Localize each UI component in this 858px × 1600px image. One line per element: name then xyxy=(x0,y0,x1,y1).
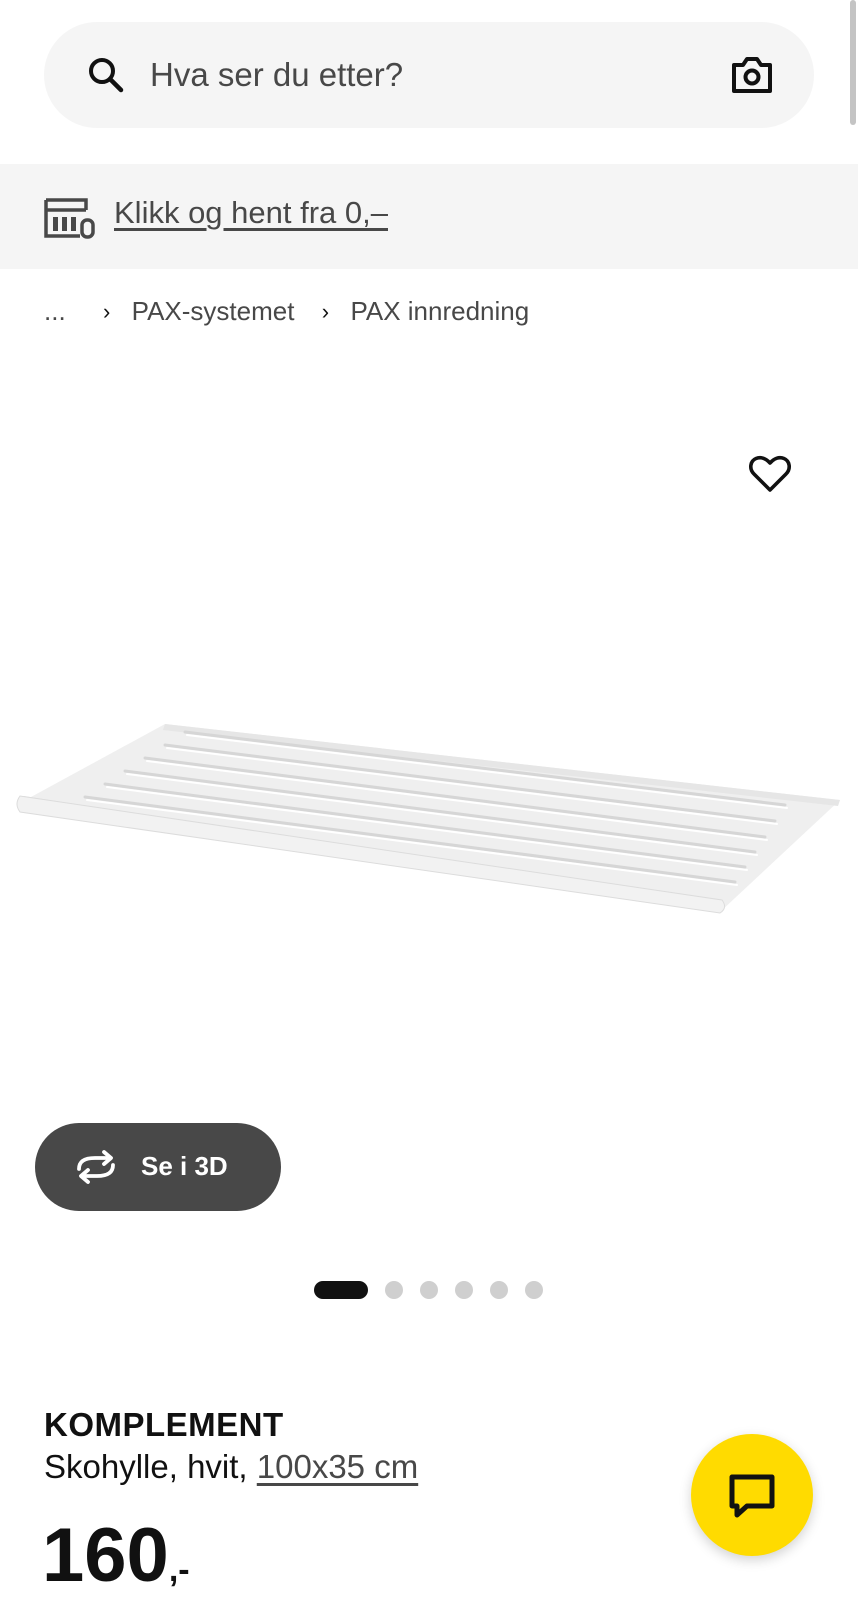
search-input[interactable] xyxy=(150,22,650,128)
carousel-dot-1[interactable] xyxy=(314,1281,368,1299)
view-in-3d-label: Se i 3D xyxy=(141,1151,228,1181)
rotate-3d-icon xyxy=(77,1150,115,1184)
search-icon xyxy=(89,58,124,93)
product-description-text: Skohylle, hvit, xyxy=(44,1448,248,1485)
price-suffix: ,- xyxy=(168,1551,190,1589)
breadcrumb-item-pax-innredning[interactable]: PAX innredning xyxy=(350,296,529,327)
chat-bubble-icon xyxy=(729,1474,775,1518)
breadcrumb-item-pax-systemet[interactable]: PAX-systemet xyxy=(132,296,295,327)
click-collect-link[interactable]: Klikk og hent fra 0,– xyxy=(114,195,388,231)
product-price: 160 ,- xyxy=(42,1518,190,1594)
carousel-dot-5[interactable] xyxy=(490,1281,508,1299)
chevron-right-icon: › xyxy=(103,298,111,324)
product-name: KOMPLEMENT xyxy=(44,1406,284,1443)
carousel-dot-2[interactable] xyxy=(385,1281,403,1299)
breadcrumb: ... › PAX-systemet › PAX innredning xyxy=(44,296,529,327)
image-carousel-dots xyxy=(314,1280,560,1300)
camera-icon[interactable] xyxy=(730,55,774,95)
price-amount: 160 xyxy=(42,1513,169,1598)
heart-icon[interactable] xyxy=(748,452,792,496)
page-scrollbar[interactable] xyxy=(850,0,856,125)
product-image-shoe-shelf[interactable] xyxy=(0,700,858,920)
carousel-dot-3[interactable] xyxy=(420,1281,438,1299)
view-in-3d-button[interactable]: Se i 3D xyxy=(35,1123,281,1211)
search-bar[interactable] xyxy=(44,22,814,128)
store-pickup-icon xyxy=(44,198,95,239)
chevron-right-icon: › xyxy=(321,298,330,324)
product-description: Skohylle, hvit, 100x35 cm xyxy=(44,1448,418,1486)
breadcrumb-ellipsis[interactable]: ... xyxy=(44,296,66,327)
carousel-dot-6[interactable] xyxy=(525,1281,543,1299)
carousel-dot-4[interactable] xyxy=(455,1281,473,1299)
product-size-link[interactable]: 100x35 cm xyxy=(257,1448,418,1485)
click-collect-banner: Klikk og hent fra 0,– xyxy=(0,164,858,269)
chat-button[interactable] xyxy=(691,1434,813,1556)
